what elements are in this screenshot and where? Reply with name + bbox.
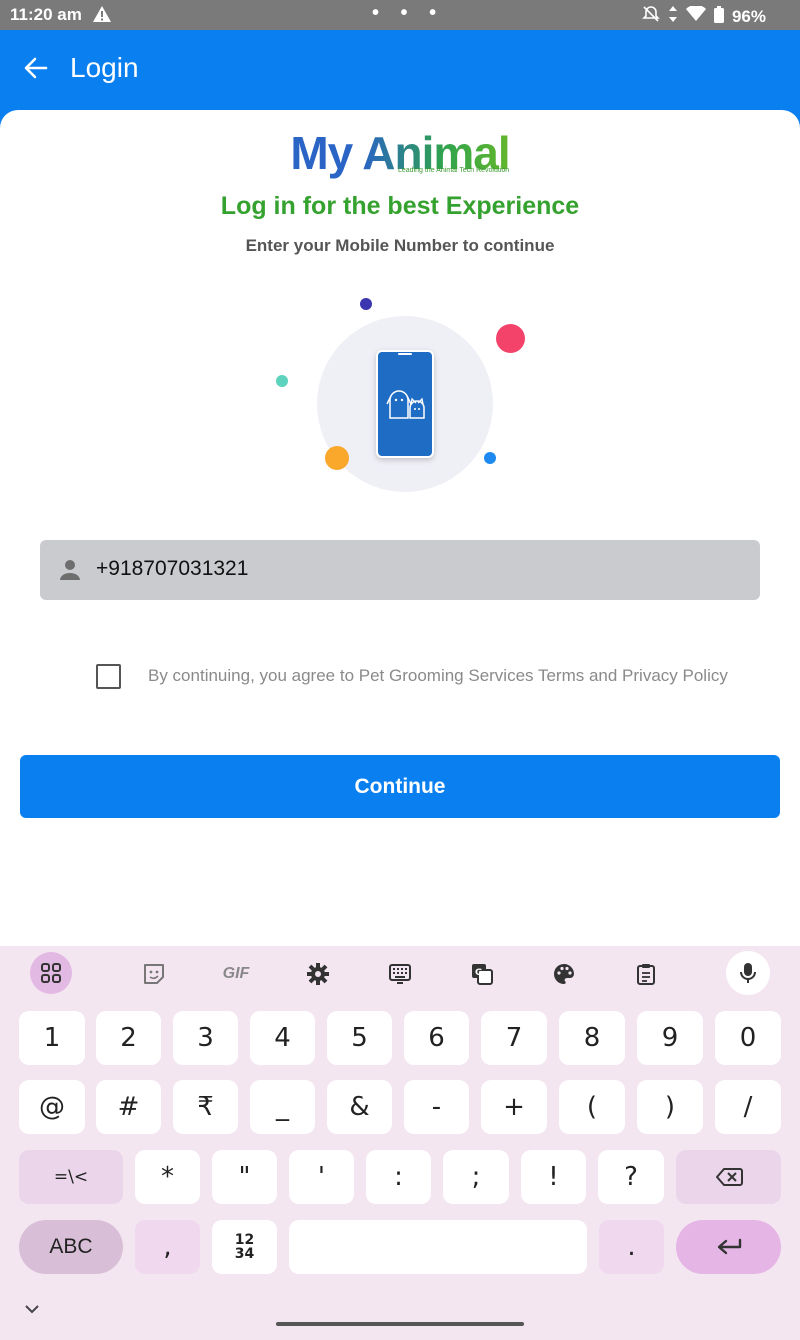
key-rupee[interactable]: ₹	[173, 1080, 238, 1134]
enter-key[interactable]	[676, 1220, 781, 1274]
abc-key[interactable]: ABC	[19, 1220, 123, 1274]
mobile-number-value: +918707031321	[96, 557, 249, 580]
key-asterisk[interactable]: *	[135, 1150, 200, 1204]
settings-icon[interactable]	[298, 954, 338, 994]
decor-dot-teal	[276, 375, 288, 387]
key-colon[interactable]: :	[366, 1150, 431, 1204]
svg-text:G: G	[475, 968, 482, 978]
gif-icon[interactable]: GIF	[216, 954, 256, 994]
mobile-number-input[interactable]: +918707031321	[40, 540, 760, 600]
key-comma[interactable]: ,	[135, 1220, 200, 1274]
terms-consent: By continuing, you agree to Pet Grooming…	[96, 664, 776, 690]
decor-dot-orange	[325, 446, 349, 470]
key-minus[interactable]: -	[404, 1080, 469, 1134]
key-exclamation[interactable]: !	[521, 1150, 586, 1204]
logo-word-my: My	[290, 127, 353, 179]
mute-icon	[642, 5, 660, 28]
keyboard-toolbar: GIF G	[0, 946, 800, 1002]
palette-icon[interactable]	[544, 954, 584, 994]
key-double-quote[interactable]: "	[212, 1150, 277, 1204]
key-0[interactable]: 0	[715, 1011, 781, 1065]
person-icon	[58, 558, 82, 582]
key-2[interactable]: 2	[96, 1011, 161, 1065]
warning-icon	[92, 5, 112, 28]
space-key[interactable]	[289, 1220, 587, 1274]
phone-icon	[376, 350, 434, 458]
key-5[interactable]: 5	[327, 1011, 392, 1065]
status-time: 11:20 am	[10, 5, 82, 24]
keyboard-icon[interactable]	[380, 954, 420, 994]
key-underscore[interactable]: _	[250, 1080, 315, 1134]
sticker-icon[interactable]	[134, 954, 174, 994]
phone-pet-illustration	[270, 292, 530, 512]
backspace-key[interactable]	[676, 1150, 781, 1204]
data-arrows-icon	[668, 5, 678, 28]
gesture-nav-bar[interactable]	[276, 1322, 524, 1326]
key-6[interactable]: 6	[404, 1011, 469, 1065]
mic-icon[interactable]	[726, 951, 770, 995]
key-question[interactable]: ?	[598, 1150, 664, 1204]
key-ampersand[interactable]: &	[327, 1080, 392, 1134]
translate-icon[interactable]: G	[462, 954, 502, 994]
decor-dot-blue	[484, 452, 496, 464]
clipboard-icon[interactable]	[626, 954, 666, 994]
more-symbols-key[interactable]: =\<	[19, 1150, 123, 1204]
key-hash[interactable]: #	[96, 1080, 161, 1134]
terms-checkbox[interactable]	[96, 664, 121, 689]
key-close-paren[interactable]: )	[637, 1080, 703, 1134]
continue-button[interactable]: Continue	[20, 755, 780, 818]
apps-icon[interactable]	[30, 952, 72, 994]
battery-percent: 96%	[731, 6, 766, 26]
key-1[interactable]: 1	[19, 1011, 85, 1065]
decor-dot-navy	[360, 298, 372, 310]
key-single-quote[interactable]: '	[289, 1150, 354, 1204]
dog-cat-icon	[386, 353, 425, 419]
camera-dots: • • •	[372, 2, 445, 24]
decor-dot-red	[496, 324, 525, 353]
key-at[interactable]: @	[19, 1080, 85, 1134]
terms-text: By continuing, you agree to Pet Grooming…	[148, 666, 728, 685]
status-bar: 11:20 am • • • 96%	[0, 0, 800, 30]
headline: Log in for the best Experience	[220, 192, 580, 220]
key-8[interactable]: 8	[559, 1011, 625, 1065]
key-9[interactable]: 9	[637, 1011, 703, 1065]
app-bar: Login	[0, 30, 800, 110]
battery-icon	[713, 5, 724, 28]
key-plus[interactable]: +	[481, 1080, 547, 1134]
key-open-paren[interactable]: (	[559, 1080, 625, 1134]
login-sheet: My Animal Leading the Animal Tech Revolu…	[0, 110, 800, 946]
wifi-icon	[685, 4, 706, 27]
page-title: Login	[70, 52, 139, 83]
key-4[interactable]: 4	[250, 1011, 315, 1065]
key-period[interactable]: .	[599, 1220, 664, 1274]
back-arrow-icon[interactable]	[22, 54, 50, 82]
enter-icon	[717, 1238, 741, 1255]
key-7[interactable]: 7	[481, 1011, 547, 1065]
collapse-keyboard-icon[interactable]	[22, 1302, 42, 1316]
key-semicolon[interactable]: ;	[443, 1150, 509, 1204]
backspace-icon	[715, 1168, 743, 1186]
key-3[interactable]: 3	[173, 1011, 238, 1065]
subline: Enter your Mobile Number to continue	[245, 236, 555, 255]
numpad-key[interactable]: 12 34	[212, 1220, 277, 1274]
soft-keyboard: GIF G 1 2 3 4 5 6 7 8 9 0 @ # ₹ _ & - + …	[0, 946, 800, 1340]
logo-tagline: Leading the Animal Tech Revolution	[398, 167, 510, 174]
key-slash[interactable]: /	[715, 1080, 781, 1134]
